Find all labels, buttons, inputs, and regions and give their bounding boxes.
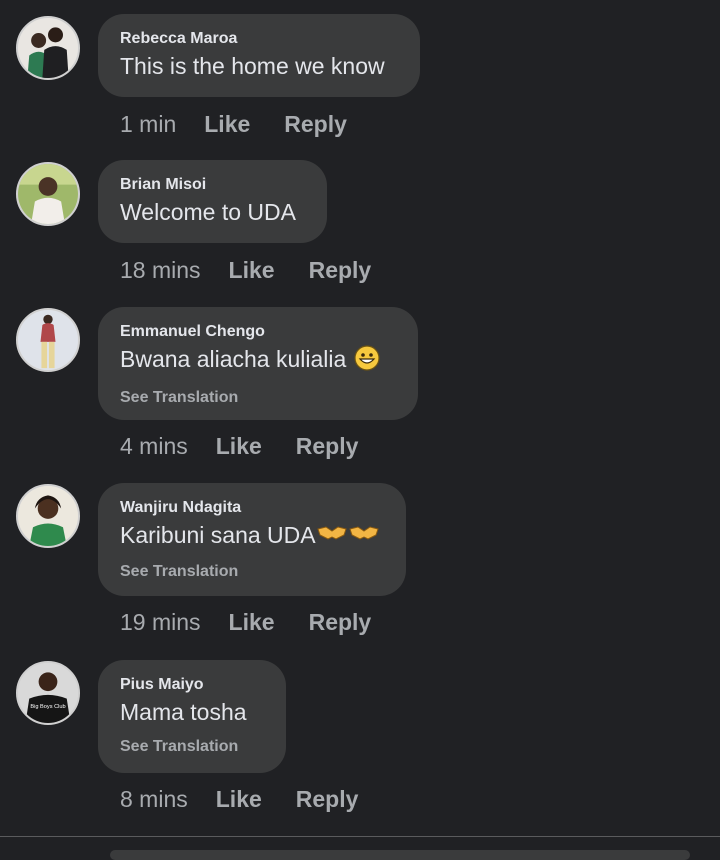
handshake-emoji-icon bbox=[348, 521, 380, 552]
avatar[interactable] bbox=[16, 16, 80, 80]
comment-author[interactable]: Pius Maiyo bbox=[120, 675, 264, 695]
avatar-shirt-text: Big Boys Club bbox=[30, 704, 65, 710]
avatar[interactable] bbox=[16, 308, 80, 372]
avatar[interactable]: Big Boys Club bbox=[16, 661, 80, 725]
comment-bubble: Pius Maiyo Mama tosha See Translation bbox=[98, 660, 286, 773]
comment-text: Karibuni sana UDA bbox=[120, 520, 384, 552]
comment-bubble: Wanjiru Ndagita Karibuni sana UDA See Tr… bbox=[98, 483, 406, 596]
comment-bubble: Brian Misoi Welcome to UDA bbox=[98, 160, 327, 243]
avatar[interactable] bbox=[16, 484, 80, 548]
reply-button[interactable]: Reply bbox=[296, 786, 359, 813]
reply-button[interactable]: Reply bbox=[296, 433, 359, 460]
handshake-emoji-icon bbox=[316, 521, 348, 552]
avatar-photo bbox=[18, 18, 78, 78]
reply-button[interactable]: Reply bbox=[309, 257, 372, 284]
like-button[interactable]: Like bbox=[229, 609, 275, 636]
comment-text: Welcome to UDA bbox=[120, 199, 296, 225]
see-translation-link[interactable]: See Translation bbox=[120, 737, 264, 757]
like-button[interactable]: Like bbox=[216, 786, 262, 813]
comment-text-content: Bwana aliacha kulialia bbox=[120, 346, 347, 372]
comment-text: This is the home we know bbox=[120, 53, 385, 79]
see-translation-link[interactable]: See Translation bbox=[120, 388, 396, 408]
like-button[interactable]: Like bbox=[229, 257, 275, 284]
comment-time[interactable]: 1 min bbox=[120, 111, 176, 138]
comment-author[interactable]: Brian Misoi bbox=[120, 175, 305, 195]
comment-actions: 1 min Like Reply bbox=[120, 111, 347, 138]
comment-bubble: Rebecca Maroa This is the home we know bbox=[98, 14, 420, 97]
grinning-face-emoji-icon bbox=[354, 345, 380, 378]
reply-button[interactable]: Reply bbox=[309, 609, 372, 636]
comment-time[interactable]: 18 mins bbox=[120, 257, 201, 284]
comment-actions: 18 mins Like Reply bbox=[120, 257, 371, 284]
comment-author[interactable]: Emmanuel Chengo bbox=[120, 322, 396, 342]
avatar-photo bbox=[18, 486, 78, 546]
comment-author[interactable]: Rebecca Maroa bbox=[120, 29, 398, 49]
comment-text-content: Karibuni sana UDA bbox=[120, 522, 316, 548]
like-button[interactable]: Like bbox=[216, 433, 262, 460]
comment-bubble: Emmanuel Chengo Bwana aliacha kulialia S… bbox=[98, 307, 418, 420]
avatar-photo bbox=[18, 164, 78, 224]
avatar-photo bbox=[18, 310, 78, 370]
comment-input[interactable] bbox=[110, 850, 690, 860]
comment-actions: 19 mins Like Reply bbox=[120, 609, 371, 636]
reply-button[interactable]: Reply bbox=[284, 111, 347, 138]
comment-time[interactable]: 4 mins bbox=[120, 433, 188, 460]
avatar[interactable] bbox=[16, 162, 80, 226]
like-button[interactable]: Like bbox=[204, 111, 250, 138]
comment-text: Bwana aliacha kulialia bbox=[120, 344, 396, 378]
comment-text: Mama tosha bbox=[120, 699, 247, 725]
avatar-photo: Big Boys Club bbox=[18, 663, 78, 723]
see-translation-link[interactable]: See Translation bbox=[120, 562, 384, 582]
comment-time[interactable]: 8 mins bbox=[120, 786, 188, 813]
comment-time[interactable]: 19 mins bbox=[120, 609, 201, 636]
comment-actions: 8 mins Like Reply bbox=[120, 786, 358, 813]
comment-actions: 4 mins Like Reply bbox=[120, 433, 358, 460]
comment-author[interactable]: Wanjiru Ndagita bbox=[120, 498, 384, 518]
